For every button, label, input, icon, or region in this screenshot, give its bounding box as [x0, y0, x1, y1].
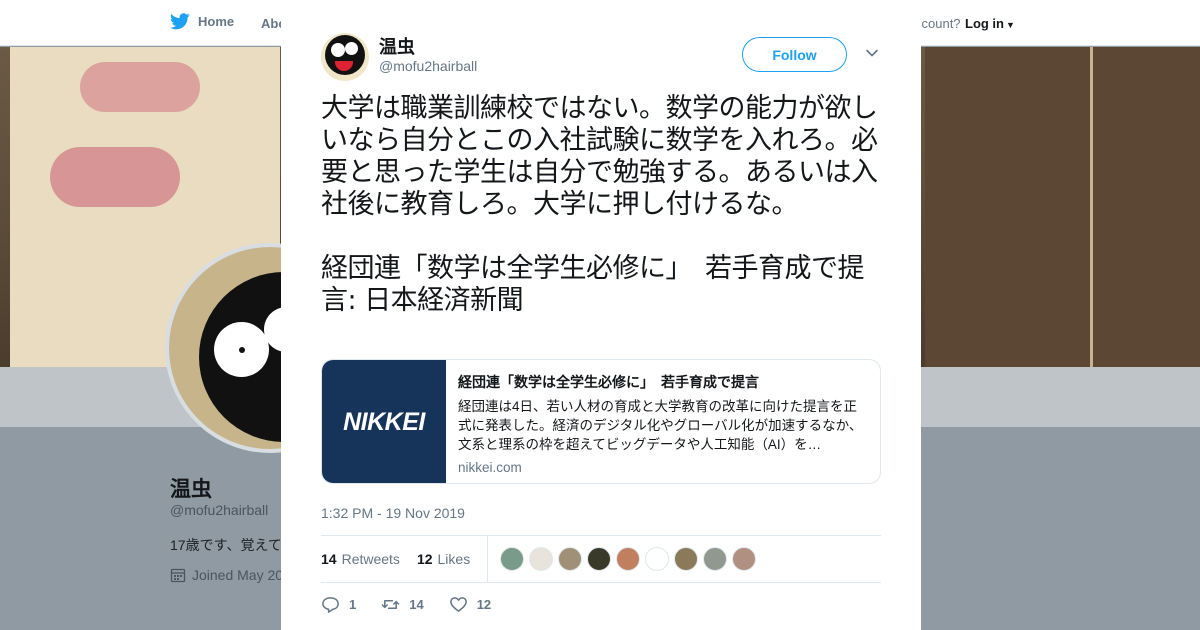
liker-avatar[interactable]	[732, 547, 757, 571]
tweet-stats: 14 Retweets 12 Likes	[321, 536, 881, 582]
heart-icon	[449, 597, 467, 612]
profile-name: 温虫	[170, 478, 212, 501]
likes-count: 12	[416, 551, 433, 567]
tweet-text: 大学は職業訓練校ではない。数学の能力が欲しいなら自分とこの入社試験に数学を入れろ…	[321, 93, 881, 317]
divider	[321, 582, 881, 583]
tweet-timestamp[interactable]: 1:32 PM - 19 Nov 2019	[321, 505, 465, 521]
avatar-pupil	[239, 347, 245, 353]
banner-shape	[80, 62, 200, 112]
avatar-eye	[345, 42, 358, 55]
profile-joined: Joined May 20	[170, 567, 283, 583]
nav-account-text: ccount?	[915, 16, 961, 31]
close-modal-button[interactable]	[1153, 11, 1179, 37]
liker-avatar[interactable]	[616, 547, 641, 571]
liker-avatar[interactable]	[645, 547, 670, 571]
chevron-down-icon[interactable]	[864, 45, 880, 61]
liker-avatar[interactable]	[587, 547, 612, 571]
retweets-label: Retweets	[341, 551, 400, 567]
nikkei-logo: NIKKEI	[343, 408, 425, 436]
banner-shape	[50, 147, 180, 207]
liker-avatar[interactable]	[703, 547, 728, 571]
calendar-icon	[170, 568, 186, 583]
nav-login-link[interactable]: Log in ▼	[965, 16, 1015, 31]
author-handle[interactable]: @mofu2hairball	[379, 58, 477, 74]
reply-button[interactable]: 1	[321, 595, 356, 614]
nav-home-label: Home	[198, 14, 235, 29]
card-thumbnail: NIKKEI	[322, 360, 446, 483]
twitter-bird-icon	[170, 13, 190, 30]
joined-label: Joined May 20	[192, 567, 284, 583]
retweet-count: 14	[409, 597, 424, 612]
card-domain: nikkei.com	[458, 460, 522, 475]
stats-divider	[487, 536, 489, 582]
like-count: 12	[476, 597, 492, 612]
link-card[interactable]: NIKKEI 経団連「数学は全学生必修に」 若手育成で提言 経団連は4日、若い人…	[321, 359, 881, 484]
profile-handle: @mofu2hairball	[170, 502, 269, 518]
retweet-button[interactable]: 14	[381, 595, 424, 614]
reply-count: 1	[349, 597, 357, 612]
author-avatar[interactable]	[321, 33, 369, 81]
author-name[interactable]: 温虫	[379, 33, 415, 59]
chevron-down-icon: ▼	[1006, 20, 1015, 30]
likes-stat[interactable]: 12 Likes	[417, 551, 470, 567]
liker-avatar[interactable]	[500, 547, 525, 571]
follow-button[interactable]: Follow	[742, 37, 847, 72]
nav-home-link[interactable]: Home	[170, 13, 234, 30]
liker-avatars	[500, 547, 757, 571]
like-button[interactable]: 12	[449, 595, 491, 614]
tweet-modal: 温虫 @mofu2hairball Follow 大学は職業訓練校ではない。数学…	[281, 0, 921, 630]
retweet-icon	[381, 599, 400, 610]
liker-avatar[interactable]	[558, 547, 583, 571]
likes-label: Likes	[437, 551, 471, 567]
close-icon	[1156, 12, 1176, 32]
banner-image-right	[925, 47, 1200, 367]
retweets-count: 14	[321, 551, 337, 567]
tweet-text-paragraph: 経団連「数学は全学生必修に」 若手育成で提言: 日本経済新聞	[321, 253, 865, 316]
tweet-text-paragraph: 大学は職業訓練校ではない。数学の能力が欲しいなら自分とこの入社試験に数学を入れろ…	[321, 93, 878, 220]
retweets-stat[interactable]: 14 Retweets	[321, 551, 400, 567]
liker-avatar[interactable]	[529, 547, 554, 571]
card-description: 経団連は4日、若い人材の育成と大学教育の改革に向けた提言を正式に発表した。経済の…	[458, 399, 863, 452]
card-title: 経団連「数学は全学生必修に」 若手育成で提言	[458, 374, 759, 390]
card-body: 経団連「数学は全学生必修に」 若手育成で提言 経団連は4日、若い人材の育成と大学…	[458, 372, 868, 475]
banner-line	[1090, 47, 1093, 367]
reply-icon	[322, 597, 339, 613]
login-label: Log in	[965, 16, 1004, 31]
tweet-actions: 1 14 12	[321, 595, 516, 614]
liker-avatar[interactable]	[674, 547, 699, 571]
profile-bio: 17歳です、覚えて	[170, 537, 282, 553]
avatar-eye	[331, 43, 345, 57]
